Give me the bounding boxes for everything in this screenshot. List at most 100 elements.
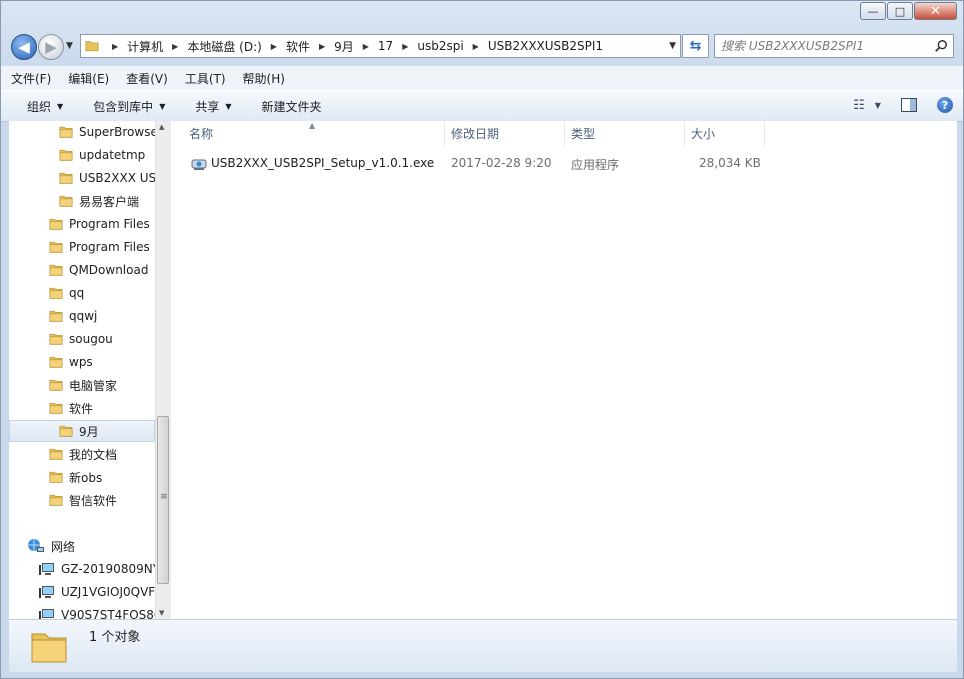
preview-pane-button[interactable] [899,95,919,115]
folder-icon [49,241,63,253]
breadcrumb-separator-icon[interactable]: ▶ [319,42,325,51]
breadcrumb: ▶ 计算机 ▶ 本地磁盘 (D:) ▶ 软件 ▶ 9月 ▶ 17 ▶ usb2s… [103,35,603,57]
tree-item-folder[interactable]: 新obs [49,466,102,488]
recent-pages-dropdown-icon[interactable]: ▼ [66,41,73,51]
breadcrumb-item-september[interactable]: 9月 [334,38,354,55]
menu-file[interactable]: 文件(F) [1,70,58,87]
tree-item-folder[interactable]: 电脑管家 [49,374,117,396]
computer-icon [39,609,54,619]
tree-label: 软件 [69,401,94,416]
breadcrumb-item-software[interactable]: 软件 [286,38,310,55]
tree-label: SuperBrowse [79,125,155,139]
tree-label: QMDownload [69,263,149,277]
tree-item-network[interactable]: 网络 [27,535,75,557]
folder-icon [49,379,63,391]
chevron-down-icon: ▼ [159,101,166,111]
tree-item-folder[interactable]: SuperBrowse [59,121,155,143]
scrollbar-thumb[interactable]: ≡ [157,416,169,584]
column-header-name[interactable]: ▲ 名称 [171,121,445,147]
tree-item-computer[interactable]: UZJ1VGIOJ0QVF [39,581,155,603]
tree-item-computer[interactable]: V90S7ST4FOS8C [39,604,155,619]
menu-view[interactable]: 查看(V) [116,70,175,87]
breadcrumb-item-local-disk[interactable]: 本地磁盘 (D:) [187,38,261,55]
file-name[interactable]: USB2XXX_USB2SPI_Setup_v1.0.1.exe [211,156,434,170]
breadcrumb-item-17[interactable]: 17 [378,39,393,53]
tree-item-folder[interactable]: 9月 [9,420,155,442]
folder-icon [49,264,63,276]
breadcrumb-item-current[interactable]: USB2XXXUSB2SPI1 [488,39,603,53]
breadcrumb-separator-icon[interactable]: ▶ [271,42,277,51]
menu-edit[interactable]: 编辑(E) [58,70,116,87]
file-type: 应用程序 [571,158,620,172]
address-history-dropdown-icon[interactable]: ▼ [669,41,676,51]
search-box[interactable] [714,34,954,58]
column-header-size[interactable]: 大小 [685,121,765,147]
navigation-pane-scrollbar[interactable]: ▲ ≡ ▼ [155,121,171,619]
address-bar[interactable]: ▶ 计算机 ▶ 本地磁盘 (D:) ▶ 软件 ▶ 9月 ▶ 17 ▶ usb2s… [80,34,681,58]
file-row[interactable]: USB2XXX_USB2SPI_Setup_v1.0.1.exe 2017-02… [183,153,773,175]
tree-item-folder[interactable]: USB2XXX US [59,167,155,189]
tree-item-folder[interactable]: qqwj [49,305,97,327]
tree-label-computer: V90S7ST4FOS8C [61,608,155,619]
navigation-pane[interactable]: SuperBrowse updatetmp USB2XXX US 易易客户端 Progr… [9,121,155,619]
tree-item-folder[interactable]: updatetmp [59,144,145,166]
folder-icon [49,448,63,460]
tree-item-folder[interactable]: sougou [49,328,113,350]
organize-label: 组织 [27,99,52,114]
executable-icon [191,159,207,170]
menu-bar: 文件(F) 编辑(E) 查看(V) 工具(T) 帮助(H) [1,65,963,90]
breadcrumb-separator-icon[interactable]: ▶ [402,42,408,51]
column-header-size-label: 大小 [691,127,716,141]
maximize-button[interactable]: □ [887,2,913,20]
tree-item-folder[interactable]: 我的文档 [49,443,117,465]
sort-ascending-icon: ▲ [309,121,316,130]
folder-large-icon [31,633,67,663]
details-pane: 1 个对象 [9,619,957,672]
column-header-modified-label: 修改日期 [451,127,500,141]
close-button[interactable]: ✕ [914,2,957,20]
breadcrumb-separator-icon[interactable]: ▶ [473,42,479,51]
tree-item-folder[interactable]: Program Files [49,236,150,258]
tree-label: 9月 [79,424,99,439]
scroll-up-arrow-icon[interactable]: ▲ [159,123,164,131]
explorer-window: — □ ✕ ◀ ▶ ▼ ▶ 计算机 ▶ 本地磁盘 (D:) ▶ 软件 ▶ 9月 … [0,0,964,679]
breadcrumb-item-usb2spi[interactable]: usb2spi [417,39,463,53]
help-button[interactable]: ? [937,97,953,113]
tree-item-folder[interactable]: wps [49,351,93,373]
file-list-pane[interactable]: ▲ 名称 修改日期 类型 大小 USB2XXX_USB2SPI_Setup_v1… [171,121,957,619]
breadcrumb-item-computer[interactable]: 计算机 [127,38,163,55]
back-button[interactable]: ◀ [11,34,37,60]
tree-item-folder[interactable]: QMDownload [49,259,148,281]
menu-tools[interactable]: 工具(T) [175,70,233,87]
breadcrumb-separator-icon[interactable]: ▶ [112,42,118,51]
new-folder-button[interactable]: 新建文件夹 [244,98,334,115]
organize-button[interactable]: 组织 ▼ [1,98,75,115]
search-input[interactable] [721,37,926,55]
breadcrumb-separator-icon[interactable]: ▶ [363,42,369,51]
share-button[interactable]: 共享 ▼ [177,98,243,115]
change-view-button[interactable]: ☷ ▼ [853,95,881,115]
refresh-button[interactable]: ⇆ [682,34,709,58]
computer-icon [39,586,54,598]
column-header-modified[interactable]: 修改日期 [445,121,565,147]
menu-help[interactable]: 帮助(H) [233,70,292,87]
tree-item-computer[interactable]: GZ-20190809NY [39,558,155,580]
search-icon[interactable] [934,39,948,53]
forward-arrow-icon: ▶ [45,38,57,56]
breadcrumb-separator-icon[interactable]: ▶ [172,42,178,51]
close-icon: ✕ [930,3,941,19]
tree-item-folder[interactable]: Program Files [49,213,150,235]
tree-item-folder[interactable]: 易易客户端 [59,190,139,212]
forward-button[interactable]: ▶ [38,34,64,60]
scroll-down-arrow-icon[interactable]: ▼ [159,609,164,617]
tree-item-folder[interactable]: qq [49,282,84,304]
maximize-icon: □ [894,4,906,18]
tree-item-folder[interactable]: 智信软件 [49,489,117,511]
column-header-type[interactable]: 类型 [565,121,685,147]
tree-label: 我的文档 [69,447,118,462]
tree-item-folder[interactable]: 软件 [49,397,93,419]
include-in-library-label: 包含到库中 [93,99,154,114]
include-in-library-button[interactable]: 包含到库中 ▼ [75,98,177,115]
minimize-button[interactable]: — [860,2,886,20]
tree-label: qq [69,286,85,300]
